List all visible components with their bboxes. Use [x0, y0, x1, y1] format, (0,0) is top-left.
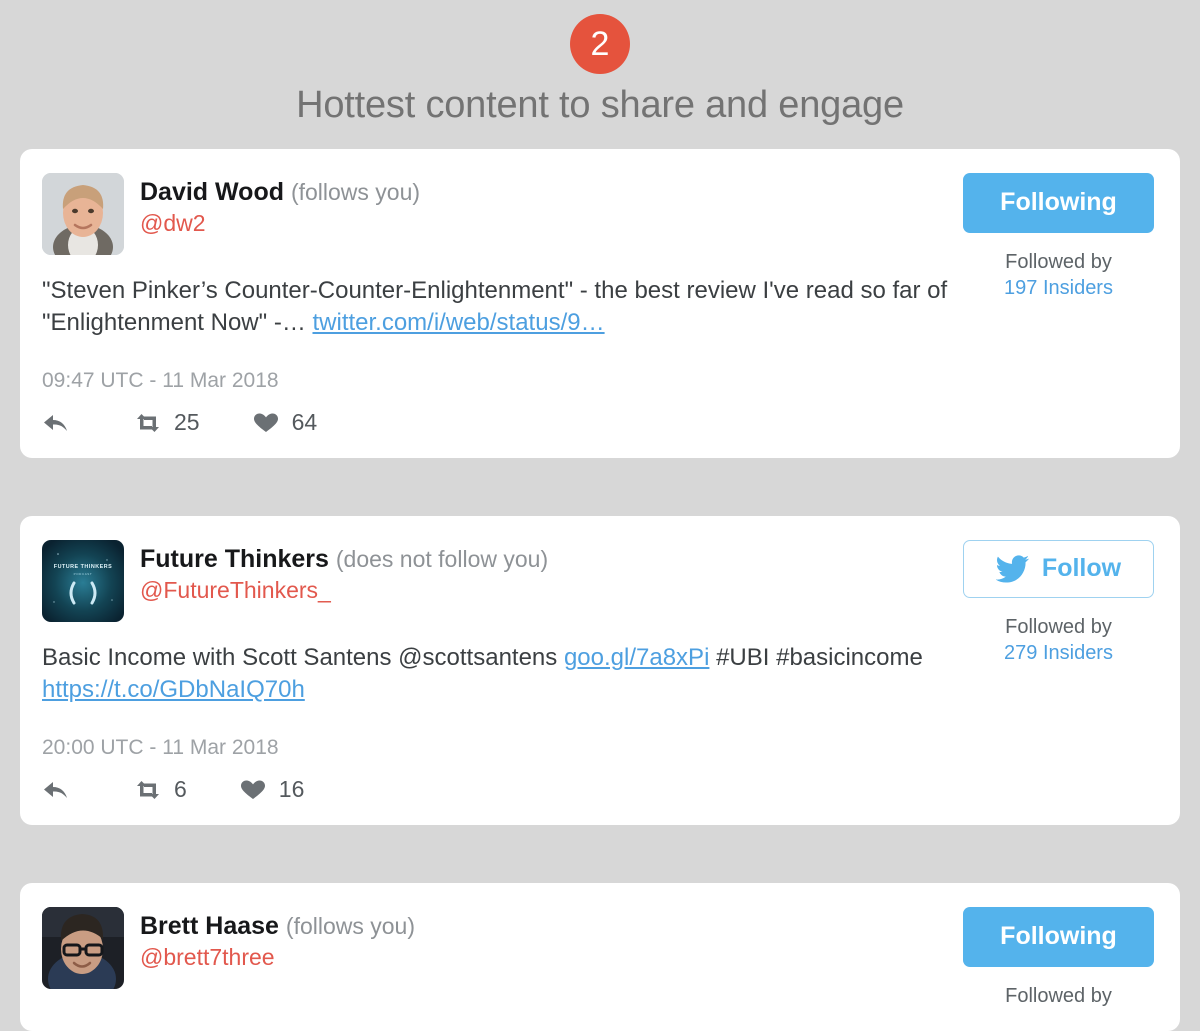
followed-by-block: Followed by 279 Insiders [963, 614, 1154, 666]
following-button[interactable]: Following [963, 173, 1154, 233]
tweet-text: "Steven Pinker’s Counter-Counter-Enlight… [42, 275, 949, 339]
account-header: FUTURE THINKERS PODCAST Future Thinkers … [42, 540, 949, 622]
like-count: 64 [291, 409, 318, 435]
follow-button[interactable]: Follow [963, 540, 1154, 598]
page-title: Hottest content to share and engage [296, 84, 904, 126]
reply-action[interactable] [42, 778, 82, 802]
account-text: Brett Haase (follows you) @brett7three [140, 907, 415, 971]
step-number-badge: 2 [570, 14, 630, 74]
reply-arrow-icon [42, 778, 70, 802]
like-action[interactable]: 16 [239, 776, 305, 803]
tweet-card-list: David Wood (follows you) @dw2 "Steven Pi… [0, 149, 1200, 1031]
reply-arrow-icon [42, 411, 70, 435]
follow-state-label: (follows you) [285, 913, 416, 939]
tweet-timestamp: 09:47 UTC - 11 Mar 2018 [42, 369, 279, 392]
tweet-body-column: Brett Haase (follows you) @brett7three [42, 907, 949, 1009]
followed-by-label: Followed by [1005, 616, 1112, 638]
retweet-count: 6 [174, 776, 187, 802]
account-text: Future Thinkers (does not follow you) @F… [140, 540, 548, 604]
followed-by-label: Followed by [1005, 251, 1112, 273]
followed-by-block: Followed by 197 Insiders [963, 249, 1154, 301]
like-count: 16 [278, 776, 305, 802]
heart-icon [252, 411, 280, 435]
followed-by-count[interactable]: 279 Insiders [963, 640, 1154, 666]
tweet-link[interactable]: twitter.com/i/web/status/9… [312, 309, 604, 336]
account-header: Brett Haase (follows you) @brett7three [42, 907, 949, 989]
follow-column: Follow Followed by 279 Insiders [949, 540, 1154, 803]
tweet-link[interactable]: goo.gl/7a8xPi [564, 644, 709, 671]
account-handle[interactable]: @brett7three [140, 943, 415, 971]
account-handle[interactable]: @dw2 [140, 209, 420, 237]
retweet-icon [134, 411, 162, 435]
follow-button-label: Follow [1041, 554, 1122, 582]
heart-icon [239, 778, 267, 802]
account-header: David Wood (follows you) @dw2 [42, 173, 949, 255]
tweet-card: Brett Haase (follows you) @brett7three F… [20, 883, 1180, 1031]
tweet-body-column: FUTURE THINKERS PODCAST Future Thinkers … [42, 540, 949, 803]
tweet-card: David Wood (follows you) @dw2 "Steven Pi… [20, 149, 1180, 458]
tweet-text: Basic Income with Scott Santens @scottsa… [42, 642, 949, 706]
tweet-timestamp: 20:00 UTC - 11 Mar 2018 [42, 736, 279, 759]
name-line: Brett Haase (follows you) [140, 911, 415, 941]
name-line: David Wood (follows you) [140, 177, 420, 207]
like-action[interactable]: 64 [252, 409, 318, 436]
avatar[interactable] [42, 907, 124, 989]
reply-action[interactable] [42, 411, 82, 435]
tweet-link-secondary[interactable]: https://t.co/GDbNaIQ70h [42, 676, 305, 703]
account-handle[interactable]: @FutureThinkers_ [140, 576, 548, 604]
display-name[interactable]: Brett Haase [140, 912, 279, 940]
followed-by-label: Followed by [1005, 985, 1112, 1007]
name-line: Future Thinkers (does not follow you) [140, 544, 548, 574]
page-root: 2 Hottest content to share and engage Da… [0, 0, 1200, 1031]
followed-by-count[interactable]: 197 Insiders [963, 275, 1154, 301]
retweet-action[interactable]: 6 [134, 776, 187, 803]
step-badge-container: 2 [0, 0, 1200, 74]
twitter-bird-icon [995, 554, 1030, 583]
tweet-hashtags: #UBI #basicincome [709, 644, 923, 671]
following-button[interactable]: Following [963, 907, 1154, 967]
display-name[interactable]: David Wood [140, 178, 284, 206]
svg-text:FUTURE THINKERS: FUTURE THINKERS [54, 564, 112, 570]
followed-by-block: Followed by [963, 983, 1154, 1009]
avatar[interactable]: FUTURE THINKERS PODCAST [42, 540, 124, 622]
tweet-actions: 25 64 [42, 409, 949, 436]
tweet-card: FUTURE THINKERS PODCAST Future Thinkers … [20, 516, 1180, 825]
account-text: David Wood (follows you) @dw2 [140, 173, 420, 237]
retweet-icon [134, 778, 162, 802]
svg-text:PODCAST: PODCAST [74, 572, 93, 576]
follow-state-label: (does not follow you) [335, 546, 549, 572]
display-name[interactable]: Future Thinkers [140, 545, 329, 573]
follow-column: Following Followed by [949, 907, 1154, 1009]
follow-state-label: (follows you) [290, 179, 421, 205]
tweet-actions: 6 16 [42, 776, 949, 803]
retweet-action[interactable]: 25 [134, 409, 200, 436]
retweet-count: 25 [174, 409, 200, 435]
tweet-text-segment: Basic Income with Scott Santens @scottsa… [42, 644, 564, 671]
tweet-body-column: David Wood (follows you) @dw2 "Steven Pi… [42, 173, 949, 436]
follow-column: Following Followed by 197 Insiders [949, 173, 1154, 436]
avatar[interactable] [42, 173, 124, 255]
